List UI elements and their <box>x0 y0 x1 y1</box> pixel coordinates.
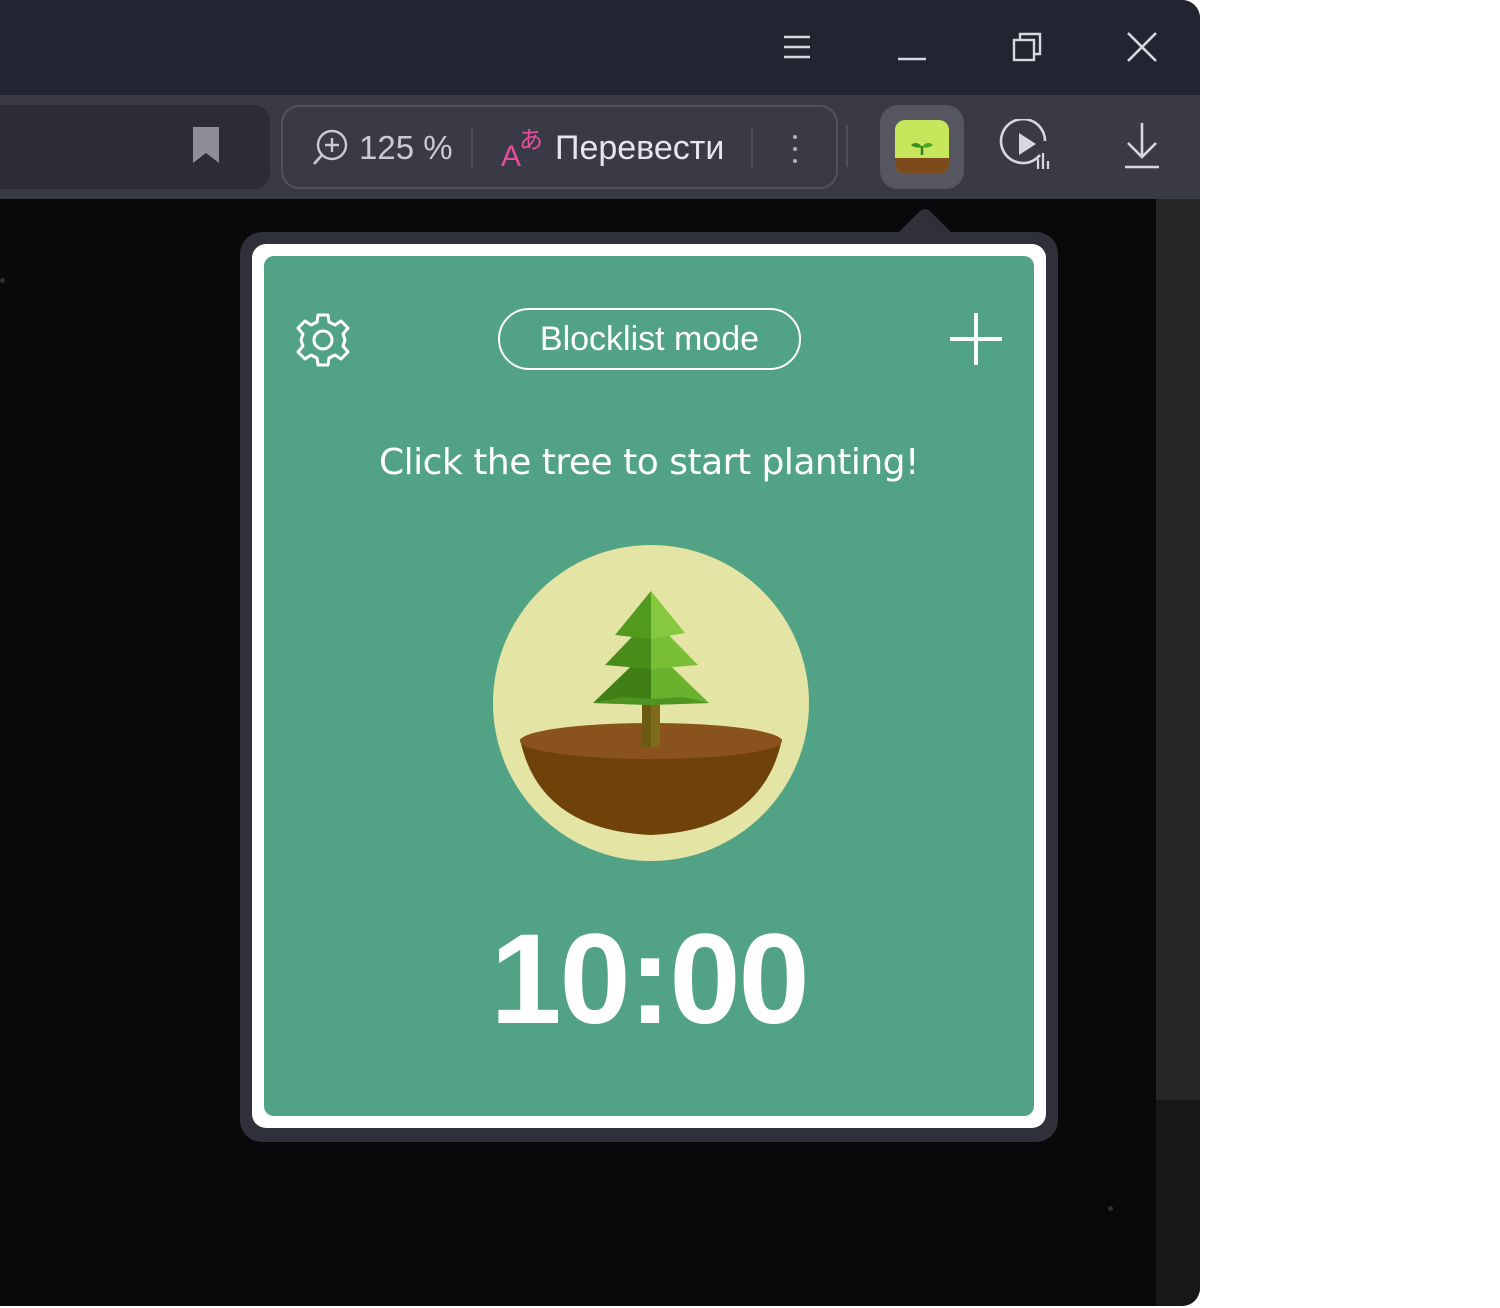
download-icon[interactable] <box>1118 121 1166 173</box>
title-bar <box>0 0 1200 95</box>
address-bar[interactable] <box>0 105 270 189</box>
settings-gear-icon[interactable] <box>294 311 352 369</box>
restore-icon[interactable] <box>1000 20 1054 74</box>
close-icon[interactable] <box>1115 20 1169 74</box>
svg-text:A: A <box>501 140 521 170</box>
svg-text:あ: あ <box>519 126 543 154</box>
forest-panel: Blocklist mode Click the tree to start p… <box>264 256 1034 1116</box>
translate-icon: A あ <box>501 126 543 170</box>
forest-extension-button[interactable] <box>880 105 964 189</box>
hamburger-icon[interactable] <box>770 20 824 74</box>
browser-toolbar: 125 % A あ Перевести <box>0 95 1200 199</box>
timer-display[interactable]: 10:00 <box>264 906 1034 1053</box>
zoom-level: 125 % <box>359 129 453 166</box>
forest-sprout-icon <box>895 120 949 174</box>
mode-button-label: Blocklist mode <box>539 319 760 358</box>
translate-label: Перевести <box>555 128 725 167</box>
page-speck <box>1108 1206 1113 1211</box>
plant-tree-button[interactable] <box>493 545 809 861</box>
start-hint: Click the tree to start planting! <box>379 442 919 483</box>
add-icon[interactable] <box>948 311 1004 367</box>
bookmark-icon[interactable] <box>190 125 222 169</box>
translate-button[interactable]: A あ Перевести <box>501 123 724 173</box>
divider <box>751 129 753 169</box>
media-player-icon[interactable] <box>998 117 1054 177</box>
zoom-indicator[interactable]: 125 % <box>311 125 453 171</box>
page-speck <box>0 278 5 283</box>
blocklist-mode-button[interactable]: Blocklist mode <box>498 308 801 370</box>
divider <box>471 129 473 169</box>
page-scrollbar-thumb[interactable] <box>1156 199 1200 1100</box>
minimize-icon[interactable] <box>885 20 939 74</box>
divider <box>846 125 848 167</box>
page-tools-group: 125 % A あ Перевести <box>281 105 838 189</box>
tree-icon <box>520 591 782 835</box>
more-options-icon[interactable] <box>783 129 807 169</box>
zoom-in-icon <box>313 129 348 165</box>
